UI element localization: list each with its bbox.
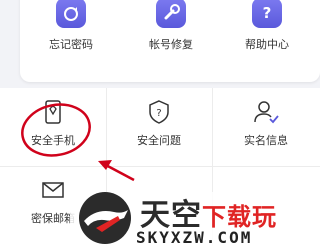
real-name-info-label: 实名信息 bbox=[244, 134, 288, 147]
plane-logo-icon bbox=[79, 192, 131, 244]
help-center-label: 帮助中心 bbox=[245, 38, 289, 51]
question-icon: ? bbox=[252, 0, 282, 28]
security-question-label: 安全问题 bbox=[137, 134, 181, 147]
quick-actions-card: 忘记密码 帐号修复 ? 帮助中心 bbox=[20, 0, 320, 82]
security-phone-item[interactable]: 安全手机 bbox=[0, 98, 106, 148]
help-center-button[interactable]: ? 帮助中心 bbox=[232, 0, 302, 52]
shield-question-icon: ? bbox=[149, 100, 169, 124]
lock-refresh-icon bbox=[56, 0, 86, 28]
wrench-icon bbox=[156, 0, 186, 28]
svg-text:?: ? bbox=[263, 4, 272, 22]
account-repair-button[interactable]: 帐号修复 bbox=[136, 0, 206, 52]
user-check-icon bbox=[254, 101, 279, 124]
account-repair-label: 帐号修复 bbox=[149, 38, 193, 51]
grid-divider bbox=[0, 166, 320, 167]
watermark: 天空下载玩 SKYXZW.COM bbox=[70, 186, 320, 246]
watermark-url: SKYXZW.COM bbox=[136, 228, 253, 246]
security-question-item[interactable]: ? 安全问题 bbox=[106, 98, 212, 148]
phone-icon bbox=[45, 100, 61, 124]
mail-icon bbox=[42, 182, 64, 198]
svg-text:?: ? bbox=[156, 108, 161, 119]
forgot-password-button[interactable]: 忘记密码 bbox=[36, 0, 106, 52]
real-name-info-item[interactable]: 实名信息 bbox=[212, 98, 320, 148]
security-phone-label: 安全手机 bbox=[31, 134, 75, 147]
forgot-password-label: 忘记密码 bbox=[49, 38, 93, 51]
